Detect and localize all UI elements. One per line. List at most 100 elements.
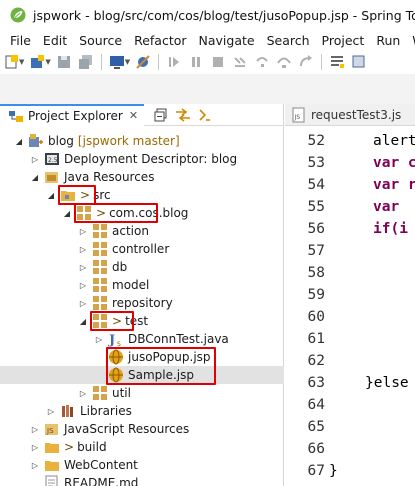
spring-leaf-icon bbox=[10, 7, 26, 23]
menu-source[interactable]: Source bbox=[73, 33, 128, 48]
expanded-twistie-icon[interactable]: ◢ bbox=[14, 136, 24, 146]
tree-item-label: DBConnTest.java bbox=[128, 332, 229, 346]
code-line: 55 var bbox=[285, 196, 415, 218]
menu-navigate[interactable]: Navigate bbox=[193, 33, 261, 48]
menu-run[interactable]: Run bbox=[370, 33, 406, 48]
line-number: 55 bbox=[307, 199, 325, 215]
tree-item-label: build bbox=[77, 440, 107, 454]
link-with-editor-icon[interactable] bbox=[175, 107, 191, 123]
new-package-icon[interactable] bbox=[29, 54, 45, 70]
menu-search[interactable]: Search bbox=[261, 33, 316, 48]
step-return-icon[interactable] bbox=[298, 54, 314, 70]
tree-item[interactable]: README.md bbox=[0, 474, 284, 486]
code-line: 65 bbox=[285, 416, 415, 438]
editor-tab-label: requestTest3.js bbox=[311, 107, 402, 122]
code-text[interactable]: }else bbox=[365, 375, 409, 391]
tab-label: Project Explorer bbox=[28, 108, 123, 123]
disconnect-icon[interactable] bbox=[232, 54, 248, 70]
tree-item[interactable]: ◢ > test bbox=[0, 312, 284, 330]
toolbar-divider bbox=[158, 54, 160, 70]
tree-item[interactable]: ▷ Libraries bbox=[0, 402, 284, 420]
markdown-file-icon bbox=[44, 475, 60, 486]
tree-item[interactable]: ▷ model bbox=[0, 276, 284, 294]
outline-icon[interactable] bbox=[329, 54, 345, 70]
skip-breakpoints-icon[interactable] bbox=[135, 54, 151, 70]
tree-item-label: WebContent bbox=[64, 458, 138, 472]
menu-project[interactable]: Project bbox=[316, 33, 371, 48]
tree-item[interactable]: ▷ WebContent bbox=[0, 456, 284, 474]
open-type-icon[interactable] bbox=[351, 54, 367, 70]
java-file-icon: JS bbox=[108, 331, 124, 347]
svg-text:J: J bbox=[108, 333, 115, 347]
tree-item-label: model bbox=[112, 278, 150, 292]
chevron-down-icon[interactable]: ▼ bbox=[125, 58, 130, 66]
code-text[interactable]: } bbox=[329, 463, 338, 479]
step-into-icon[interactable] bbox=[254, 54, 270, 70]
collapsed-twistie-icon[interactable]: ▷ bbox=[78, 280, 88, 290]
terminate-icon[interactable] bbox=[210, 54, 226, 70]
filter-icon[interactable] bbox=[197, 107, 213, 123]
save-all-icon[interactable] bbox=[78, 54, 94, 70]
menu-window[interactable]: Window bbox=[406, 33, 415, 48]
expanded-twistie-icon[interactable]: ◢ bbox=[46, 190, 56, 200]
collapsed-twistie-icon[interactable]: ▷ bbox=[30, 154, 40, 164]
code-line: 63}else bbox=[285, 372, 415, 394]
tree-item[interactable]: ▷ controller bbox=[0, 240, 284, 258]
collapsed-twistie-icon[interactable]: ▷ bbox=[30, 424, 40, 434]
tree-item[interactable]: ▷ util bbox=[0, 384, 284, 402]
collapsed-twistie-icon[interactable]: ▷ bbox=[78, 388, 88, 398]
code-text[interactable]: if(i bbox=[373, 221, 408, 237]
project-explorer-icon bbox=[9, 110, 23, 122]
code-line: 62 bbox=[285, 350, 415, 372]
tree-item[interactable]: ▷ db bbox=[0, 258, 284, 276]
tree-item[interactable]: ▷ > build bbox=[0, 438, 284, 456]
collapsed-twistie-icon[interactable]: ▷ bbox=[78, 244, 88, 254]
code-text[interactable]: alert bbox=[373, 133, 415, 149]
line-number: 66 bbox=[307, 441, 325, 457]
tree-item[interactable]: ▷ 2.5 Deployment Descriptor: blog bbox=[0, 150, 284, 168]
tree-item[interactable]: ▷ action bbox=[0, 222, 284, 240]
menu-refactor[interactable]: Refactor bbox=[128, 33, 192, 48]
open-console-icon[interactable] bbox=[109, 54, 125, 70]
tree-item[interactable]: ◢ > src bbox=[0, 186, 284, 204]
tab-requesttest3[interactable]: JS requestTest3.js bbox=[285, 107, 401, 123]
code-text[interactable]: var c bbox=[373, 155, 415, 171]
line-number: 61 bbox=[307, 331, 325, 347]
annotation-box-src bbox=[58, 185, 96, 205]
menu-edit[interactable]: Edit bbox=[37, 33, 73, 48]
code-line: 53 var c bbox=[285, 152, 415, 174]
collapsed-twistie-icon[interactable]: ▷ bbox=[78, 298, 88, 308]
menu-file[interactable]: File bbox=[0, 33, 37, 48]
tree-item-label: README.md bbox=[64, 476, 139, 486]
code-editor: JS requestTest3.js 52 alert 53 var c 54 var r… bbox=[285, 104, 415, 486]
collapsed-twistie-icon[interactable]: ▷ bbox=[78, 226, 88, 236]
chevron-down-icon[interactable]: ▼ bbox=[45, 58, 50, 66]
tree-item[interactable]: ◢ Java Resources bbox=[0, 168, 284, 186]
tree-item[interactable]: ▷ J S DBConnTest.java bbox=[0, 330, 284, 348]
collapse-all-icon[interactable] bbox=[153, 107, 169, 123]
tree-item[interactable]: ▷ repository bbox=[0, 294, 284, 312]
tree-item[interactable]: ◢ blog [jspwork master] bbox=[0, 132, 284, 150]
collapsed-twistie-icon[interactable]: ▷ bbox=[78, 262, 88, 272]
resume-icon[interactable] bbox=[166, 54, 182, 70]
save-icon[interactable] bbox=[56, 54, 72, 70]
collapsed-twistie-icon[interactable]: ▷ bbox=[30, 460, 40, 470]
step-over-icon[interactable] bbox=[276, 54, 292, 70]
code-text[interactable]: var bbox=[373, 199, 399, 215]
suspend-icon[interactable] bbox=[188, 54, 204, 70]
expanded-twistie-icon[interactable]: ◢ bbox=[78, 316, 88, 326]
chevron-down-icon[interactable]: ▼ bbox=[19, 58, 24, 66]
code-text[interactable]: var r bbox=[373, 177, 415, 193]
collapsed-twistie-icon[interactable]: ▷ bbox=[30, 442, 40, 452]
collapsed-twistie-icon[interactable]: ▷ bbox=[46, 406, 56, 416]
close-icon[interactable]: ✕ bbox=[129, 109, 138, 122]
collapsed-twistie-icon[interactable]: ▷ bbox=[94, 334, 104, 344]
tab-project-explorer[interactable]: Project Explorer ✕ bbox=[0, 103, 145, 126]
new-icon[interactable] bbox=[3, 54, 19, 70]
expanded-twistie-icon[interactable]: ◢ bbox=[30, 172, 40, 182]
tree-item-label: action bbox=[112, 224, 149, 238]
code-line: 56 if(i bbox=[285, 218, 415, 240]
expanded-twistie-icon[interactable]: ◢ bbox=[62, 208, 72, 218]
package-icon bbox=[92, 259, 108, 275]
tree-item[interactable]: ▷ JS JavaScript Resources bbox=[0, 420, 284, 438]
